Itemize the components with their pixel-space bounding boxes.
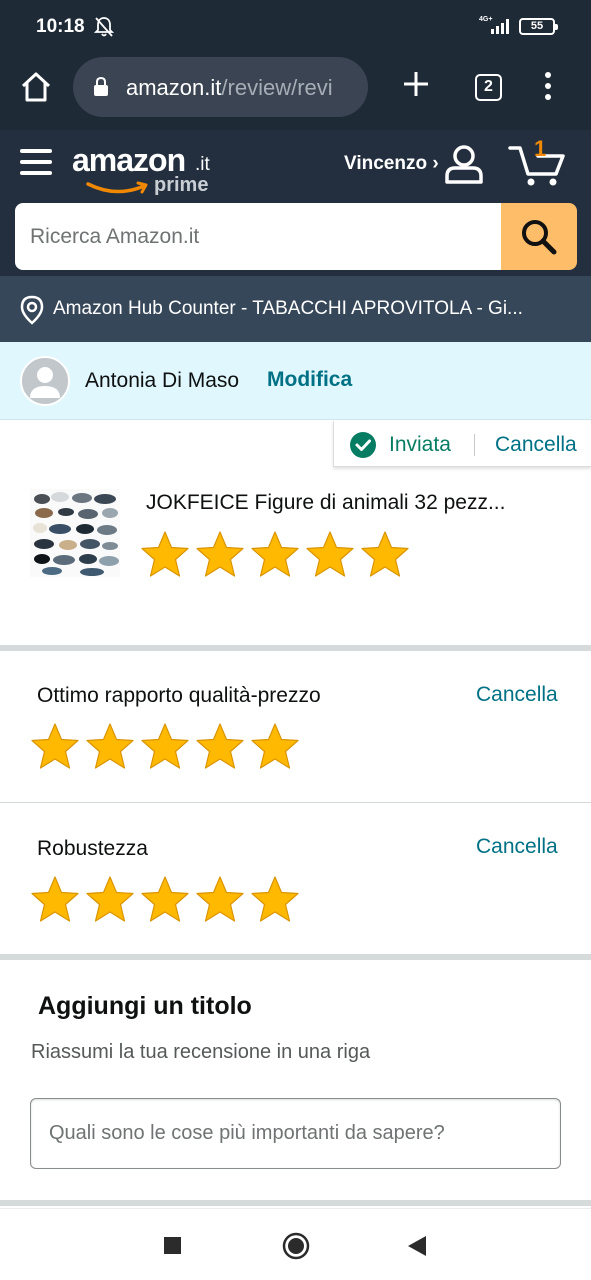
status-time: 10:18 [36, 16, 85, 37]
delivery-location-text: Amazon Hub Counter - TABACCHI APROVITOLA… [53, 298, 523, 319]
separator [474, 434, 475, 456]
star-icon[interactable] [195, 530, 245, 580]
url-bar[interactable]: amazon.it/review/revi [73, 57, 368, 117]
recent-apps-icon[interactable] [164, 1237, 181, 1254]
star-icon[interactable] [250, 875, 300, 925]
check-circle-icon [350, 432, 376, 458]
location-pin-icon [20, 295, 44, 325]
search-bar [15, 203, 577, 270]
review-status-chip: Inviata Cancella [333, 421, 591, 467]
attribute-cancel-link[interactable]: Cancella [476, 683, 558, 707]
star-icon[interactable] [195, 722, 245, 772]
avatar [20, 356, 70, 406]
lock-icon [94, 77, 108, 96]
star-icon[interactable] [195, 875, 245, 925]
star-icon[interactable] [85, 875, 135, 925]
signal-icon [491, 19, 509, 34]
plus-icon[interactable] [400, 68, 432, 100]
product-rating[interactable] [140, 530, 410, 580]
amazon-prime-logo[interactable]: amazon .it prime [72, 142, 217, 198]
reviewer-profile: Antonia Di Maso Modifica [0, 342, 591, 420]
add-title-heading: Aggiungi un titolo [38, 992, 252, 1020]
attribute-rating[interactable] [30, 722, 300, 772]
delivery-location-bar[interactable]: Amazon Hub Counter - TABACCHI APROVITOLA… [0, 276, 591, 342]
bell-off-icon [94, 17, 114, 37]
cart-count: 1 [534, 136, 547, 161]
section-divider [0, 645, 591, 651]
search-button[interactable] [501, 203, 577, 270]
battery-icon: 55 [519, 18, 558, 35]
amazon-header: amazon .it prime Vincenzo › 1 [0, 130, 591, 276]
star-icon[interactable] [140, 875, 190, 925]
tabs-icon[interactable]: 2 [475, 74, 502, 101]
search-icon [522, 220, 557, 255]
star-icon[interactable] [85, 722, 135, 772]
account-link[interactable]: Vincenzo › [344, 153, 439, 175]
android-nav-bar [0, 1208, 591, 1280]
star-icon[interactable] [250, 530, 300, 580]
url-text: amazon.it/review/revi [126, 75, 333, 100]
user-icon[interactable] [443, 144, 485, 184]
star-icon[interactable] [250, 722, 300, 772]
attribute-rating[interactable] [30, 875, 300, 925]
browser-toolbar: amazon.it/review/revi 2 [0, 54, 591, 130]
cancel-review-link[interactable]: Cancella [495, 433, 577, 457]
more-vert-icon[interactable] [540, 70, 556, 102]
attribute-cancel-link[interactable]: Cancella [476, 835, 558, 859]
product-title: JOKFEICE Figure di animali 32 pezz... [146, 491, 506, 514]
review-title-input[interactable] [30, 1098, 561, 1169]
person-icon [30, 367, 60, 398]
search-input[interactable] [15, 203, 505, 270]
star-icon[interactable] [360, 530, 410, 580]
attribute-label: Robustezza [37, 837, 148, 860]
attribute-label: Ottimo rapporto qualità-prezzo [37, 684, 321, 707]
edit-profile-link[interactable]: Modifica [267, 368, 352, 392]
status-label: Inviata [389, 433, 451, 456]
star-icon[interactable] [305, 530, 355, 580]
row-divider [0, 802, 591, 803]
product-image [30, 489, 120, 577]
profile-name: Antonia Di Maso [85, 369, 240, 392]
section-divider [0, 1200, 591, 1206]
smile-arrow-icon [86, 181, 148, 194]
home-circle-icon[interactable] [282, 1232, 310, 1260]
section-divider [0, 954, 591, 960]
back-icon[interactable] [406, 1234, 428, 1258]
home-icon[interactable] [18, 69, 54, 105]
add-title-subtitle: Riassumi la tua recensione in una riga [31, 1041, 371, 1063]
star-icon[interactable] [140, 722, 190, 772]
hamburger-menu-icon[interactable] [20, 147, 52, 177]
star-icon[interactable] [30, 875, 80, 925]
star-icon[interactable] [140, 530, 190, 580]
status-bar: 10:18 4G+ 55 [0, 0, 591, 54]
star-icon[interactable] [30, 722, 80, 772]
